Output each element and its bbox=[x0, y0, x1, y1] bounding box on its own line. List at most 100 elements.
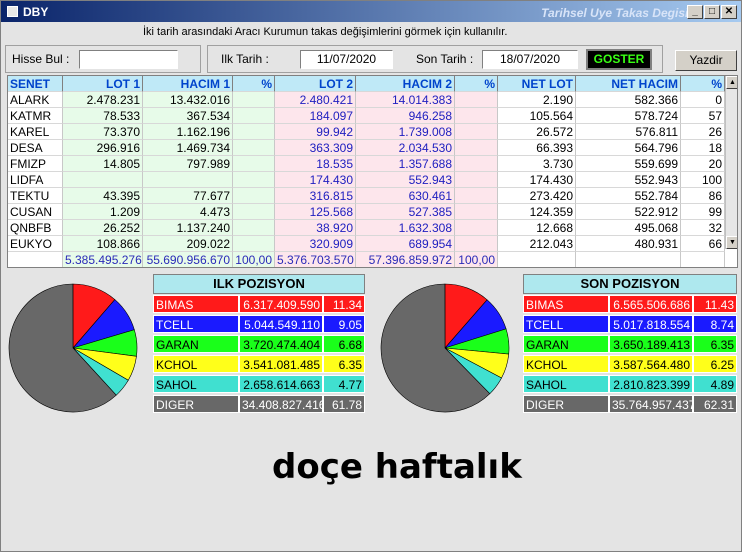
title-bar[interactable]: DBY Tarihsel Uye Takas Degisim _ □ ✕ bbox=[1, 1, 741, 22]
table-cell bbox=[8, 252, 63, 267]
table-cell: 1.739.008 bbox=[356, 124, 455, 140]
end-date-field[interactable]: 18/07/2020 bbox=[482, 50, 578, 69]
table-cell: 78.533 bbox=[63, 108, 143, 124]
table-cell: 99 bbox=[681, 204, 725, 220]
table-cell bbox=[498, 252, 576, 267]
table-cell: 564.796 bbox=[576, 140, 681, 156]
table-row[interactable]: LIDFA 174.430 552.943 174.430 552.943 100 bbox=[8, 172, 737, 188]
position-name: BIMAS bbox=[523, 295, 609, 313]
table-cell: 367.534 bbox=[143, 108, 233, 124]
table-cell bbox=[233, 172, 275, 188]
start-date-field[interactable]: 11/07/2020 bbox=[300, 50, 393, 69]
table-cell bbox=[233, 188, 275, 204]
table-cell: 124.359 bbox=[498, 204, 576, 220]
table-cell bbox=[455, 204, 498, 220]
table-cell: KATMR bbox=[8, 108, 63, 124]
table-row[interactable]: KATMR 78.533 367.534 184.097 946.258 105.564 5… bbox=[8, 108, 737, 124]
table-totals-row[interactable]: 5.385.495.276 55.690.956.670 100,00 5.376.7… bbox=[8, 252, 737, 267]
table-cell: 527.385 bbox=[356, 204, 455, 220]
maximize-button[interactable]: □ bbox=[704, 5, 720, 19]
show-button[interactable]: GOSTER bbox=[586, 49, 652, 70]
table-row[interactable]: EUKYO 108.866 209.022 320.909 689.954 212.043… bbox=[8, 236, 737, 252]
table-cell: 125.568 bbox=[275, 204, 356, 220]
table-cell: 2.478.231 bbox=[63, 92, 143, 108]
last-position-title: SON POZISYON bbox=[523, 274, 737, 294]
column-header[interactable]: SENET bbox=[8, 76, 63, 92]
table-cell: 1.137.240 bbox=[143, 220, 233, 236]
position-value: 5.017.818.554 bbox=[609, 315, 693, 333]
position-pct: 6.68 bbox=[323, 335, 365, 353]
position-value: 2.658.614.663 bbox=[239, 375, 323, 393]
column-header[interactable]: HACIM 2 bbox=[356, 76, 455, 92]
data-grid[interactable]: SENET LOT 1 HACIM 1% LOT 2 HACIM 2% NET LOT NE… bbox=[7, 75, 738, 268]
table-cell: 212.043 bbox=[498, 236, 576, 252]
table-row[interactable]: DESA 296.916 1.469.734 363.309 2.034.530 66.3… bbox=[8, 140, 737, 156]
table-cell: 57 bbox=[681, 108, 725, 124]
scroll-down-icon[interactable]: ▼ bbox=[726, 236, 737, 249]
app-icon[interactable] bbox=[7, 6, 18, 17]
instruction-text: İki tarih arasındaki Aracı Kurumun takas… bbox=[143, 26, 508, 38]
position-value: 2.810.823.399 bbox=[609, 375, 693, 393]
table-row[interactable]: QNBFB 26.252 1.137.240 38.920 1.632.308 12.66… bbox=[8, 220, 737, 236]
search-input[interactable] bbox=[79, 50, 178, 69]
scroll-up-icon[interactable]: ▲ bbox=[726, 76, 737, 89]
table-cell: 12.668 bbox=[498, 220, 576, 236]
position-name: KCHOL bbox=[153, 355, 239, 373]
table-cell: 99.942 bbox=[275, 124, 356, 140]
close-button[interactable]: ✕ bbox=[721, 5, 737, 19]
table-cell: 77.677 bbox=[143, 188, 233, 204]
table-cell: 1.209 bbox=[63, 204, 143, 220]
table-cell: 14.805 bbox=[63, 156, 143, 172]
table-cell: 26.572 bbox=[498, 124, 576, 140]
table-row[interactable]: FMIZP 14.805 797.989 18.535 1.357.688 3.730 55… bbox=[8, 156, 737, 172]
vertical-scrollbar[interactable]: ▲ ▼ bbox=[725, 76, 737, 249]
table-row[interactable]: TEKTU 43.395 77.677 316.815 630.461 273.420 55… bbox=[8, 188, 737, 204]
table-cell bbox=[233, 108, 275, 124]
table-cell: 552.784 bbox=[576, 188, 681, 204]
overlay-caption: doçe haftalık bbox=[272, 447, 522, 487]
table-cell: 2.034.530 bbox=[356, 140, 455, 156]
table-cell: 320.909 bbox=[275, 236, 356, 252]
table-cell: LIDFA bbox=[8, 172, 63, 188]
table-row[interactable]: KAREL 73.370 1.162.196 99.942 1.739.008 26.57… bbox=[8, 124, 737, 140]
column-header[interactable]: NET LOT bbox=[498, 76, 576, 92]
table-cell: 273.420 bbox=[498, 188, 576, 204]
table-row[interactable]: ALARK 2.478.231 13.432.016 2.480.421 14.014.… bbox=[8, 92, 737, 108]
position-name: BIMAS bbox=[153, 295, 239, 313]
table-cell: ALARK bbox=[8, 92, 63, 108]
position-pct: 6.35 bbox=[323, 355, 365, 373]
position-pct: 11.34 bbox=[323, 295, 365, 313]
position-value: 34.408.827.416 bbox=[239, 395, 325, 413]
position-name: SAHOL bbox=[153, 375, 239, 393]
position-pct: 62.31 bbox=[693, 395, 737, 413]
column-header[interactable]: % bbox=[681, 76, 725, 92]
table-cell: 363.309 bbox=[275, 140, 356, 156]
table-cell: 20 bbox=[681, 156, 725, 172]
column-header[interactable]: % bbox=[455, 76, 498, 92]
position-name: GARAN bbox=[153, 335, 239, 353]
table-cell: EUKYO bbox=[8, 236, 63, 252]
table-cell bbox=[233, 204, 275, 220]
table-cell: 495.068 bbox=[576, 220, 681, 236]
table-cell: FMIZP bbox=[8, 156, 63, 172]
table-cell: 946.258 bbox=[356, 108, 455, 124]
table-cell: 522.912 bbox=[576, 204, 681, 220]
table-cell bbox=[455, 188, 498, 204]
column-header[interactable]: NET HACIM bbox=[576, 76, 681, 92]
position-name: DIGER bbox=[523, 395, 609, 413]
print-button[interactable]: Yazdir bbox=[675, 50, 737, 71]
table-cell bbox=[455, 156, 498, 172]
column-header[interactable]: LOT 1 bbox=[63, 76, 143, 92]
minimize-button[interactable]: _ bbox=[687, 5, 703, 19]
column-header[interactable]: LOT 2 bbox=[275, 76, 356, 92]
table-row[interactable]: CUSAN 1.209 4.473 125.568 527.385 124.359 522.… bbox=[8, 204, 737, 220]
column-header[interactable]: % bbox=[233, 76, 275, 92]
table-cell bbox=[455, 172, 498, 188]
table-cell: 100,00 bbox=[455, 252, 498, 267]
position-pct: 4.77 bbox=[323, 375, 365, 393]
table-cell: 100,00 bbox=[233, 252, 275, 267]
column-header[interactable]: HACIM 1 bbox=[143, 76, 233, 92]
table-cell: 73.370 bbox=[63, 124, 143, 140]
position-value: 3.541.081.485 bbox=[239, 355, 323, 373]
table-cell: DESA bbox=[8, 140, 63, 156]
